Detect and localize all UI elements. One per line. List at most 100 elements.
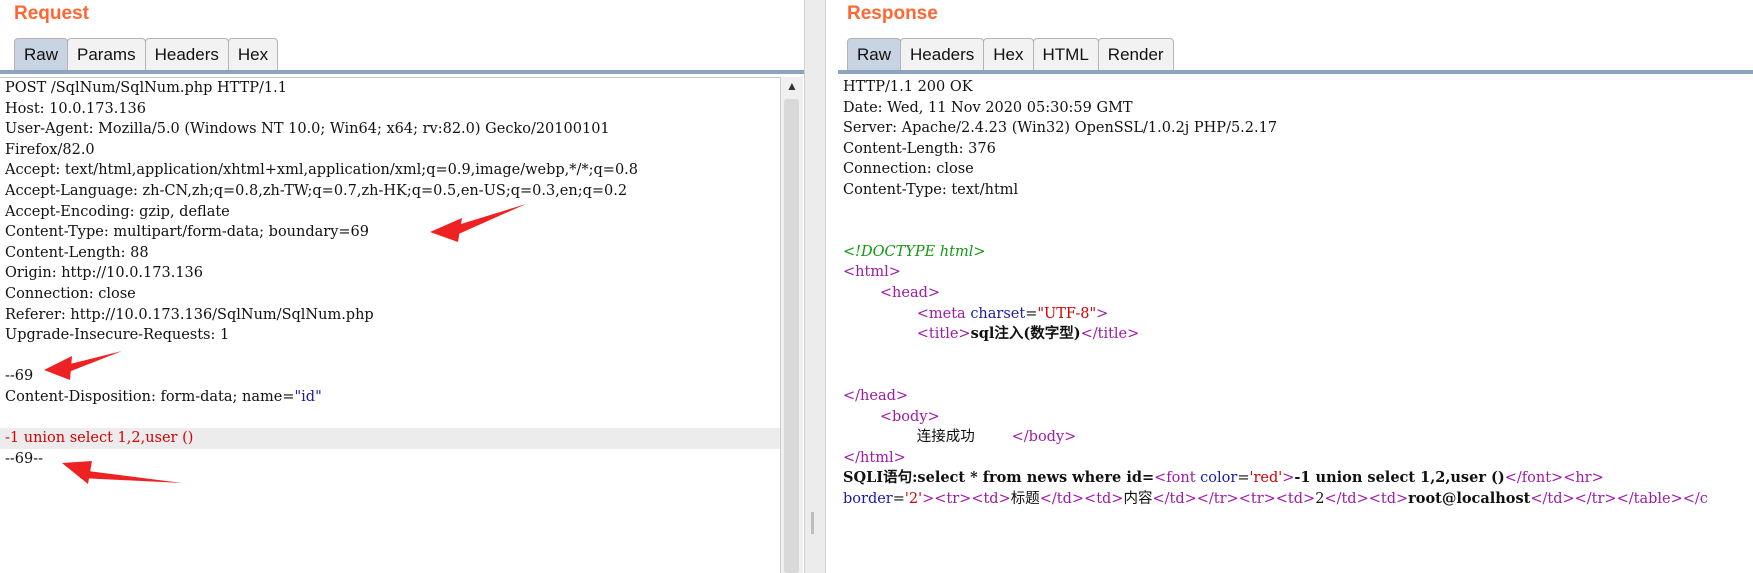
doctype-tag: <!DOCTYPE html> <box>843 243 986 260</box>
font-tag: <font <box>1154 470 1201 487</box>
td-text: 标题 <box>1010 490 1040 507</box>
request-line: Origin: http://10.0.173.136 <box>5 265 203 282</box>
body-line: <html> <box>838 262 1753 283</box>
td-close-tag: </td> <box>1530 490 1575 507</box>
meta-eq: = <box>1025 305 1038 322</box>
tab-headers[interactable]: Headers <box>144 38 229 70</box>
meta-tag: <meta <box>916 305 971 322</box>
body-text: 连接成功 <box>916 429 975 446</box>
divider-grip[interactable] <box>811 512 814 534</box>
tab-hex[interactable]: Hex <box>983 38 1034 70</box>
tab-hex[interactable]: Hex <box>227 38 279 70</box>
response-tabs: Raw Headers Hex HTML Render <box>847 38 1174 70</box>
request-line: Connection: close <box>5 285 136 302</box>
request-line <box>0 408 780 429</box>
td-close-tag: </td> <box>1324 490 1369 507</box>
font-value: 'red' <box>1249 470 1283 487</box>
title-tag: <title> <box>916 326 971 343</box>
tab-render[interactable]: Render <box>1097 38 1174 70</box>
head-close-tag: </head> <box>843 387 909 404</box>
tr-tag: <tr> <box>934 490 972 507</box>
body-line: <!DOCTYPE html> <box>838 242 1753 263</box>
tab-html[interactable]: HTML <box>1032 38 1099 70</box>
head-tag: <head> <box>879 284 941 301</box>
tab-raw[interactable]: Raw <box>847 38 902 70</box>
table-border-eq: = <box>892 490 905 507</box>
body-line: <meta charset="UTF-8"> <box>838 304 1753 325</box>
meta-close: > <box>1096 305 1109 322</box>
body-tag: <body> <box>879 408 940 425</box>
td-tag: <td> <box>971 490 1011 507</box>
response-header-line: Content-Type: text/html <box>843 181 1019 198</box>
response-title: Response <box>847 3 938 24</box>
request-line: Content-Length: 88 <box>5 244 149 261</box>
hr-tag: <hr> <box>1563 470 1604 487</box>
tr-close-tag: </tr> <box>1574 490 1617 507</box>
request-line: Content-Disposition: form-data; name="id… <box>0 387 780 408</box>
td-text: 内容 <box>1123 490 1153 507</box>
body-line: <title>sql注入(数字型)</title> <box>838 324 1753 345</box>
response-header-line: Content-Length: 376 <box>843 140 996 157</box>
body-line: <body> <box>838 407 1753 428</box>
tab-underline <box>838 70 1753 74</box>
td-text: root@localhost <box>1408 489 1531 507</box>
request-line: Content-Type: multipart/form-data; bound… <box>5 224 370 241</box>
td-close-tag: </td> <box>1039 490 1085 507</box>
sqli-line: SQLI语句:select * from news where id=<font… <box>838 468 1753 489</box>
request-line: Referer: http://10.0.173.136/SqlNum/SqlN… <box>5 306 374 323</box>
request-line: Host: 10.0.173.136 <box>5 100 146 117</box>
request-line <box>0 346 780 367</box>
response-header-line: HTTP/1.1 200 OK <box>843 79 973 95</box>
request-line: User-Agent: Mozilla/5.0 (Windows NT 10.0… <box>5 121 610 138</box>
truncated-tag: </c <box>1682 490 1708 507</box>
request-line: --69-- <box>5 450 44 467</box>
scrollbar-thumb[interactable] <box>784 99 799 573</box>
table-line: border='2'><tr><td>标题</td><td>内容</td></t… <box>838 489 1753 510</box>
request-line: Upgrade-Insecure-Requests: 1 <box>5 327 230 344</box>
request-editor[interactable]: POST /SqlNum/SqlNum.php HTTP/1.1 Host: 1… <box>0 77 780 573</box>
request-panel: Request Raw Params Headers Hex POST /Sql… <box>0 0 804 573</box>
request-line: Accept: text/html,application/xhtml+xml,… <box>5 162 639 179</box>
request-line: Accept-Language: zh-CN,zh;q=0.8,zh-TW;q=… <box>5 182 628 199</box>
meta-attr: charset <box>970 305 1026 322</box>
title-text: sql注入(数字型) <box>970 325 1081 343</box>
request-line: Accept-Encoding: gzip, deflate <box>5 203 230 220</box>
request-scrollbar[interactable]: ▲ <box>780 77 803 573</box>
response-panel: Response Raw Headers Hex HTML Render HTT… <box>826 0 1753 573</box>
body-line: </head> <box>838 386 1753 407</box>
request-tabs: Raw Params Headers Hex <box>14 38 279 70</box>
font-eq: = <box>1237 470 1250 487</box>
body-line: <head> <box>838 283 1753 304</box>
tab-raw[interactable]: Raw <box>14 38 69 70</box>
panel-divider[interactable] <box>804 0 826 573</box>
table-border-value: '2' <box>904 490 923 507</box>
field-name: "id" <box>294 388 322 405</box>
tr-close-tag: </tr> <box>1196 490 1239 507</box>
request-line: --69 <box>5 368 34 385</box>
tab-headers[interactable]: Headers <box>900 38 985 70</box>
tab-underline <box>0 70 804 74</box>
table-gt: > <box>922 490 935 507</box>
body-line: </html> <box>838 448 1753 469</box>
request-line: POST /SqlNum/SqlNum.php HTTP/1.1 <box>5 80 287 96</box>
tab-params[interactable]: Params <box>67 38 146 70</box>
response-editor[interactable]: HTTP/1.1 200 OK Date: Wed, 11 Nov 2020 0… <box>838 77 1753 573</box>
response-header-line: Connection: close <box>843 161 974 178</box>
sqli-payload: -1 union select 1,2,user () <box>1294 469 1505 487</box>
td-tag: <td> <box>1275 490 1316 507</box>
body-line: 连接成功 </body> <box>838 427 1753 448</box>
td-tag: <td> <box>1368 490 1409 507</box>
table-border-attr: border <box>843 490 893 507</box>
response-header-line: Date: Wed, 11 Nov 2020 05:30:59 GMT <box>843 99 1133 116</box>
request-title: Request <box>14 3 89 24</box>
scroll-up-icon[interactable]: ▲ <box>786 79 798 93</box>
font-attr: color <box>1200 470 1238 487</box>
title-close-tag: </title> <box>1080 326 1140 343</box>
html-tag: <html> <box>843 264 901 281</box>
font-gt: > <box>1282 470 1295 487</box>
request-payload-line: -1 union select 1,2,user () <box>0 428 780 449</box>
sqli-prefix: SQLI语句:select * from news where id= <box>843 469 1155 487</box>
